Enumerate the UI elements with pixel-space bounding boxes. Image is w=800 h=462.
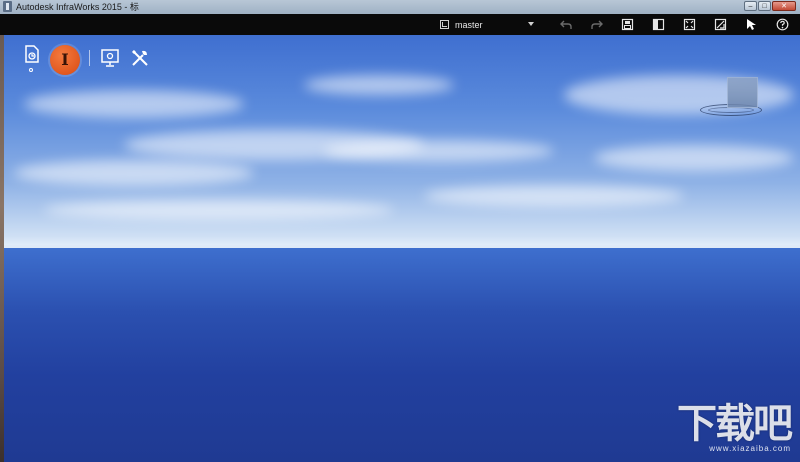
- window-controls: – □ ✕: [743, 0, 796, 12]
- redo-icon[interactable]: [590, 18, 603, 31]
- cloud: [594, 145, 794, 171]
- sky: [4, 35, 800, 247]
- tools-icon[interactable]: [129, 47, 151, 69]
- view-cube[interactable]: [700, 74, 762, 118]
- app-toolbar: master: [0, 14, 800, 35]
- panel-icon[interactable]: [652, 18, 665, 31]
- window-title: Autodesk InfraWorks 2015 - 标: [16, 2, 139, 12]
- close-button[interactable]: ✕: [772, 1, 796, 11]
- proposal-label: master: [455, 19, 483, 30]
- proposal-selector[interactable]: master: [440, 14, 540, 35]
- undo-icon[interactable]: [560, 18, 573, 31]
- maximize-button[interactable]: □: [758, 1, 771, 11]
- infraworks-logo: I: [61, 50, 69, 69]
- cloud: [304, 75, 454, 95]
- watermark-logo: 下载吧: [677, 402, 793, 446]
- document-dot-indicator: [29, 68, 33, 72]
- toolbar-separator: [89, 50, 90, 66]
- select-pointer-icon[interactable]: [745, 18, 758, 31]
- infraworks-menu-button[interactable]: I: [50, 45, 80, 75]
- save-view-icon[interactable]: [621, 18, 634, 31]
- document-icon[interactable]: [22, 44, 42, 64]
- app-icon: [3, 1, 12, 12]
- view-cube-face[interactable]: [727, 77, 758, 108]
- minimize-button[interactable]: –: [744, 1, 757, 11]
- tile-icon[interactable]: [714, 18, 727, 31]
- model-viewport[interactable]: [4, 35, 800, 462]
- cloud: [324, 140, 554, 162]
- branch-icon: [440, 20, 449, 29]
- fit-icon[interactable]: [683, 18, 696, 31]
- watermark: 下载吧 www.xiazaiba.com: [665, 402, 793, 458]
- presentation-icon[interactable]: [99, 47, 121, 69]
- chevron-down-icon: [528, 22, 534, 26]
- cloud: [14, 160, 254, 186]
- window-title-bar[interactable]: Autodesk InfraWorks 2015 - 标 – □ ✕: [0, 0, 800, 15]
- help-icon[interactable]: [776, 18, 789, 31]
- cloud: [44, 200, 394, 220]
- cloud: [424, 185, 684, 207]
- cloud: [24, 90, 244, 118]
